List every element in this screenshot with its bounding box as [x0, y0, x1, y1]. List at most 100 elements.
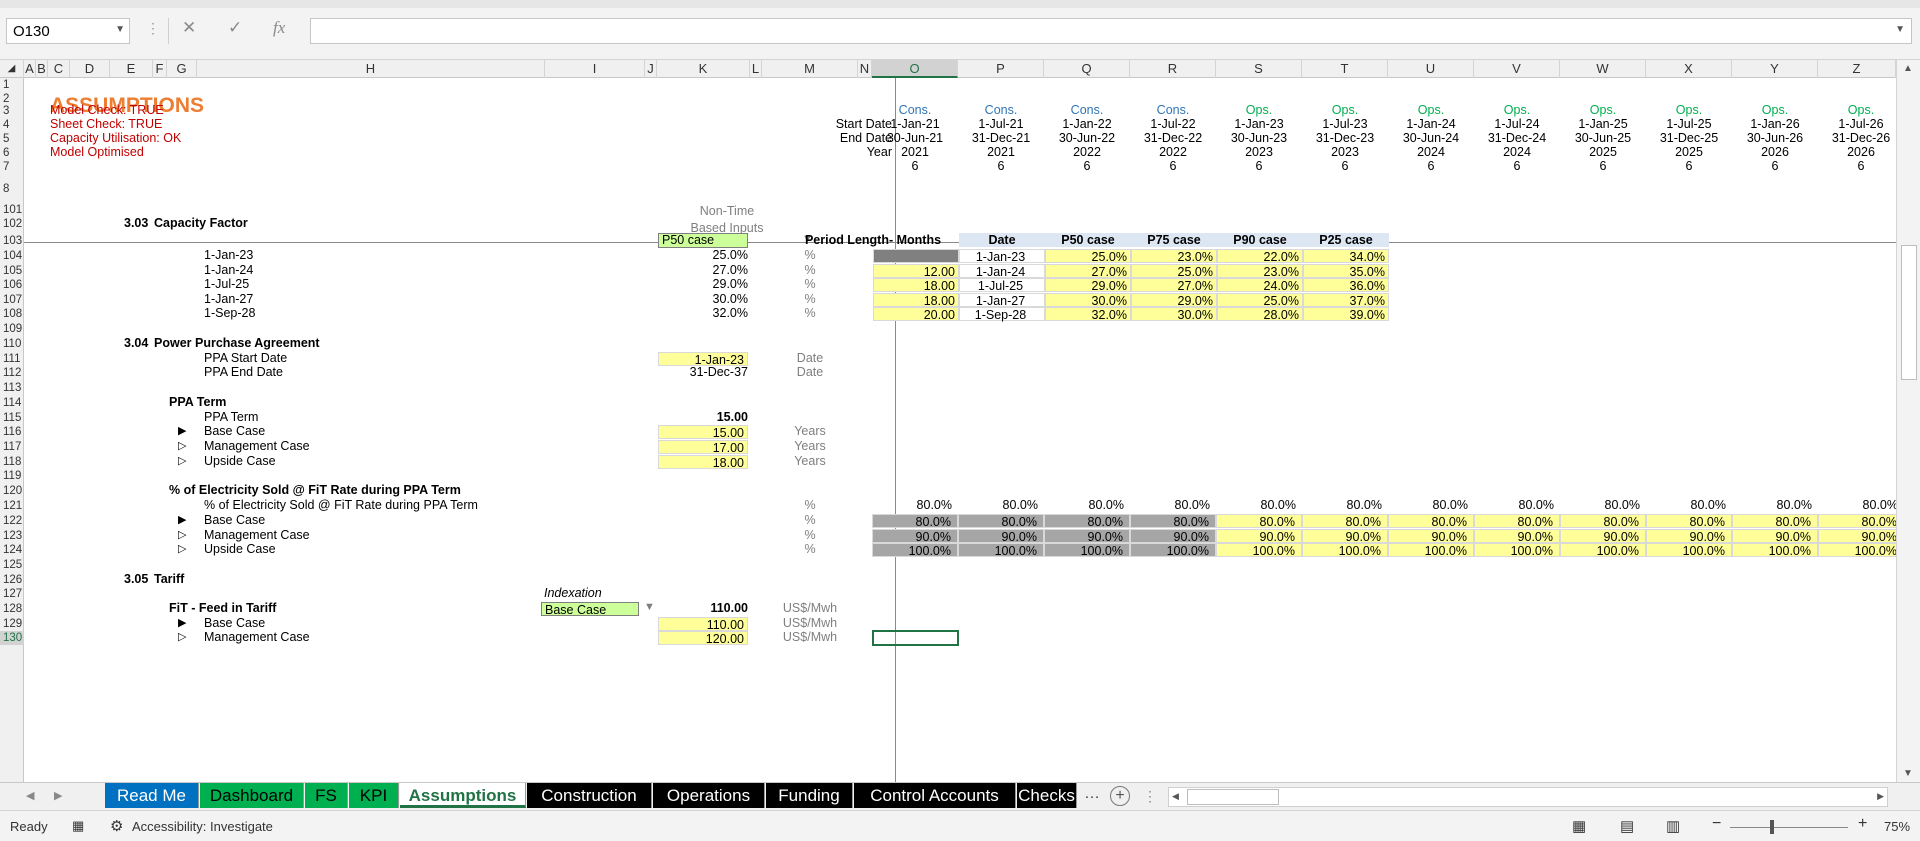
normal-view-icon[interactable]: ▦ — [1572, 817, 1586, 835]
scroll-left-icon[interactable]: ◀ — [1172, 791, 1179, 802]
add-sheet-icon[interactable]: + — [1110, 786, 1130, 806]
case-option-icon[interactable]: ▷ — [178, 528, 186, 541]
tab-read-me[interactable]: Read Me — [105, 783, 199, 808]
timeline-input[interactable]: 90.0% — [1302, 529, 1388, 544]
macro-record-icon[interactable]: ▦ — [72, 818, 84, 834]
selected-cell[interactable] — [872, 630, 959, 646]
scroll-right-icon[interactable]: ▶ — [1877, 791, 1884, 802]
scroll-up-icon[interactable]: ▲ — [1903, 63, 1913, 74]
tab-funding[interactable]: Funding — [766, 783, 853, 808]
case-option-icon[interactable]: ▷ — [178, 630, 186, 643]
dropdown-arrow-icon[interactable]: ▼ — [644, 601, 655, 613]
vertical-scrollbar[interactable]: ▲ ▼ — [1896, 60, 1920, 782]
row-header[interactable]: 116 — [0, 425, 24, 439]
column-header[interactable]: S — [1216, 60, 1302, 78]
column-header[interactable]: G — [167, 60, 197, 78]
row-header[interactable]: 129 — [0, 617, 24, 631]
row-header[interactable]: 115 — [0, 411, 24, 425]
timeline-input[interactable]: 100.0% — [1818, 543, 1896, 558]
drag-handle-icon[interactable]: ⋮ — [1143, 788, 1157, 805]
scrollbar-thumb[interactable] — [1187, 789, 1279, 805]
tab-construction[interactable]: Construction — [527, 783, 652, 808]
column-header[interactable]: R — [1130, 60, 1216, 78]
row-header[interactable]: 124 — [0, 543, 24, 557]
timeline-input[interactable]: 80.0% — [1560, 514, 1646, 529]
row-header[interactable]: 127 — [0, 587, 24, 601]
case-input[interactable]: 18.00 — [658, 455, 748, 470]
row-header[interactable]: 107 — [0, 293, 24, 307]
column-header[interactable]: K — [657, 60, 750, 78]
scroll-down-icon[interactable]: ▼ — [1903, 768, 1913, 779]
timeline-input[interactable]: 80.0% — [1216, 514, 1302, 529]
row-header[interactable]: 4 — [0, 118, 24, 132]
row-header[interactable]: 128 — [0, 602, 24, 616]
timeline-input[interactable]: 100.0% — [1388, 543, 1474, 558]
selected-case-icon[interactable]: ▶ — [178, 424, 186, 437]
horizontal-scrollbar[interactable]: ◀ ▶ — [1168, 787, 1888, 807]
page-layout-icon[interactable]: ▤ — [1620, 817, 1634, 835]
drag-handle-icon[interactable]: ⋮ — [146, 20, 160, 37]
tab-kpi[interactable]: KPI — [349, 783, 399, 808]
row-header[interactable]: 109 — [0, 322, 24, 336]
zoom-slider[interactable] — [1730, 827, 1848, 828]
timeline-input[interactable]: 100.0% — [1732, 543, 1818, 558]
formula-input[interactable]: ▼ — [310, 18, 1912, 44]
column-header[interactable]: U — [1388, 60, 1474, 78]
chevron-down-icon[interactable]: ▼ — [115, 24, 125, 35]
column-header[interactable]: T — [1302, 60, 1388, 78]
column-header[interactable]: X — [1646, 60, 1732, 78]
case-option-icon[interactable]: ▷ — [178, 454, 186, 467]
row-header[interactable]: 119 — [0, 469, 24, 483]
zoom-out-icon[interactable]: − — [1712, 815, 1721, 833]
zoom-slider-thumb[interactable] — [1770, 820, 1774, 834]
column-header[interactable]: L — [750, 60, 762, 78]
name-box[interactable]: O130 ▼ — [6, 18, 130, 44]
ppa-start-input[interactable]: 1-Jan-23 — [658, 352, 748, 367]
select-all-corner[interactable]: ◢ — [0, 60, 24, 78]
timeline-input[interactable]: 80.0% — [1818, 514, 1896, 529]
row-header[interactable]: 118 — [0, 455, 24, 469]
timeline-input[interactable]: 100.0% — [1474, 543, 1560, 558]
row-header[interactable]: 122 — [0, 514, 24, 528]
case-input[interactable]: 17.00 — [658, 440, 748, 455]
enter-icon[interactable]: ✓ — [228, 18, 242, 38]
column-header[interactable]: I — [545, 60, 645, 78]
row-header[interactable]: 117 — [0, 440, 24, 454]
row-header[interactable]: 104 — [0, 249, 24, 263]
row-header[interactable]: 108 — [0, 307, 24, 321]
timeline-input[interactable]: 80.0% — [1732, 514, 1818, 529]
expand-formula-icon[interactable]: ▼ — [1895, 24, 1905, 35]
row-header[interactable]: 3 — [0, 104, 24, 118]
tab-operations[interactable]: Operations — [653, 783, 765, 808]
case-option-icon[interactable]: ▷ — [178, 439, 186, 452]
column-header[interactable]: H — [197, 60, 545, 78]
timeline-input[interactable]: 100.0% — [1216, 543, 1302, 558]
case-option-icon[interactable]: ▷ — [178, 542, 186, 555]
timeline-input[interactable]: 100.0% — [1302, 543, 1388, 558]
column-header[interactable]: N — [858, 60, 872, 78]
row-header[interactable]: 123 — [0, 529, 24, 543]
scrollbar-thumb[interactable] — [1901, 245, 1917, 380]
accessibility-status[interactable]: Accessibility: Investigate — [132, 819, 273, 834]
row-header[interactable]: 113 — [0, 381, 24, 395]
tab-dashboard[interactable]: Dashboard — [200, 783, 304, 808]
row-header[interactable]: 130 — [0, 631, 24, 645]
column-header[interactable]: P — [958, 60, 1044, 78]
column-header[interactable]: M — [762, 60, 858, 78]
timeline-input[interactable]: 80.0% — [1388, 514, 1474, 529]
timeline-input[interactable]: 90.0% — [1216, 529, 1302, 544]
row-header[interactable]: 112 — [0, 366, 24, 380]
row-header[interactable]: 110 — [0, 337, 24, 351]
column-header[interactable]: A — [24, 60, 36, 78]
column-header[interactable]: V — [1474, 60, 1560, 78]
column-header[interactable]: F — [153, 60, 167, 78]
column-header[interactable]: C — [48, 60, 70, 78]
column-header[interactable]: D — [70, 60, 110, 78]
timeline-input[interactable]: 90.0% — [1560, 529, 1646, 544]
tab-control-accounts[interactable]: Control Accounts — [854, 783, 1016, 808]
timeline-input[interactable]: 80.0% — [1646, 514, 1732, 529]
row-header[interactable]: 126 — [0, 573, 24, 587]
row-header[interactable]: 121 — [0, 499, 24, 513]
column-header[interactable]: B — [36, 60, 48, 78]
column-header[interactable]: Q — [1044, 60, 1130, 78]
